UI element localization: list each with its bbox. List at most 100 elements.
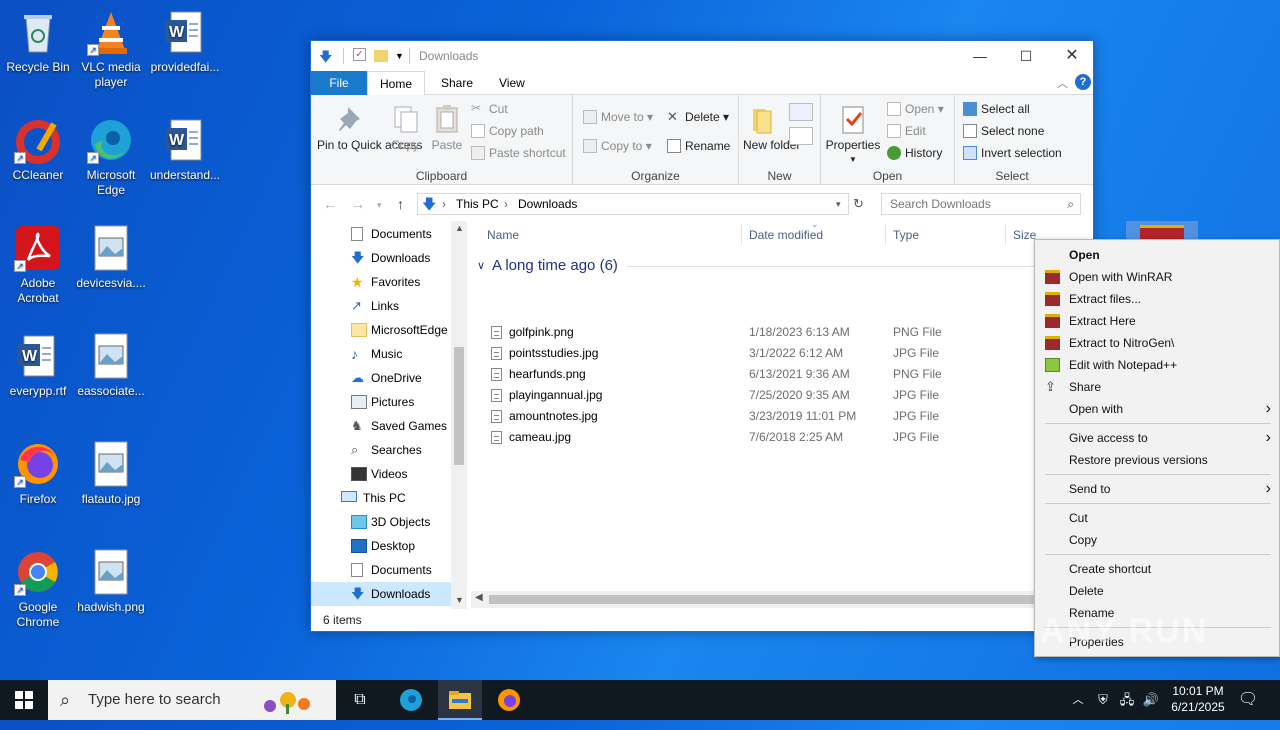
new-item-button[interactable] xyxy=(789,103,813,121)
refresh-icon[interactable]: ↻ xyxy=(853,196,864,212)
file-row[interactable]: playingannual.jpg 7/25/2020 9:35 AM JPG Fi… xyxy=(489,385,1095,406)
desktop-icon-firefox[interactable]: ↗ Firefox xyxy=(0,440,76,507)
nav-item-microsoftedge[interactable]: MicrosoftEdge xyxy=(351,318,467,342)
scroll-left-icon[interactable]: ◀ xyxy=(475,592,483,603)
group-header[interactable]: A long time ago (6) xyxy=(492,257,618,274)
nav-item-searches[interactable]: ⌕ Searches xyxy=(351,438,467,462)
new-folder-quick-icon[interactable] xyxy=(374,50,388,62)
properties-quick-icon[interactable]: ✓ xyxy=(353,48,366,61)
nav-item-this-pc[interactable]: This PC xyxy=(341,486,467,510)
scroll-thumb[interactable] xyxy=(454,347,464,465)
properties-button[interactable]: Properties ▼ xyxy=(825,103,881,166)
paste-shortcut-button[interactable]: Paste shortcut xyxy=(471,143,566,163)
desktop-icon-word-doc-3[interactable]: W everypp.rtf xyxy=(0,332,76,399)
desktop-icon-ccleaner[interactable]: ↗ CCleaner xyxy=(0,116,76,183)
file-row[interactable]: hearfunds.png 6/13/2021 9:36 AM PNG File xyxy=(489,364,1095,385)
desktop-icon-image-4[interactable]: hadwish.png xyxy=(73,548,149,615)
address-dropdown-icon[interactable]: ▾ xyxy=(836,194,841,214)
taskbar-edge-icon[interactable] xyxy=(390,680,432,720)
copy-to-button[interactable]: Copy to ▾ xyxy=(583,136,652,156)
network-icon[interactable]: 🖧 xyxy=(1118,680,1136,720)
column-size[interactable]: Size xyxy=(1013,228,1036,242)
menu-item-copy[interactable]: Copy xyxy=(1035,529,1280,551)
security-tray-icon[interactable]: ⛨ xyxy=(1094,680,1112,720)
nav-item-3d-objects[interactable]: 3D Objects xyxy=(351,510,467,534)
start-button[interactable] xyxy=(0,680,48,720)
nav-item-saved-games[interactable]: ♞ Saved Games xyxy=(351,414,467,438)
taskbar-firefox-icon[interactable] xyxy=(488,680,530,720)
minimize-button[interactable]: — xyxy=(957,41,1003,71)
new-folder-button[interactable]: New folder xyxy=(743,103,800,152)
file-row[interactable]: amountnotes.jpg 3/23/2019 11:01 PM JPG Fil… xyxy=(489,406,1095,427)
desktop-icon-image-1[interactable]: devicesvia.... xyxy=(73,224,149,291)
search-input[interactable]: Search Downloads ⌕ xyxy=(881,193,1081,215)
scroll-up-icon[interactable]: ▲ xyxy=(455,223,464,233)
menu-item-give-access[interactable]: Give access to › xyxy=(1035,427,1280,449)
cut-button[interactable]: ✂ Cut xyxy=(471,99,508,119)
taskbar-file-explorer-icon[interactable] xyxy=(438,680,482,720)
breadcrumb-downloads[interactable]: Downloads xyxy=(518,194,577,214)
desktop-icon-vlc[interactable]: ↗ VLC media player xyxy=(73,8,149,90)
nav-item-documents-pc[interactable]: Documents xyxy=(351,558,467,582)
forward-arrow-icon[interactable]: → xyxy=(351,196,365,212)
menu-item-create-shortcut[interactable]: Create shortcut xyxy=(1035,558,1280,580)
open-button[interactable]: Open ▾ xyxy=(887,99,944,119)
menu-item-extract-to[interactable]: Extract to NitroGen\ xyxy=(1035,332,1280,354)
desktop-icon-edge[interactable]: ↗ Microsoft Edge xyxy=(73,116,149,198)
file-row[interactable]: pointsstudies.jpg 3/1/2022 6:12 AM JPG Fil… xyxy=(489,343,1095,364)
edit-button[interactable]: Edit xyxy=(887,121,926,141)
menu-item-edit-notepad-plus[interactable]: Edit with Notepad++ xyxy=(1035,354,1280,376)
volume-icon[interactable]: 🔊 xyxy=(1142,680,1160,720)
select-none-button[interactable]: Select none xyxy=(963,121,1044,141)
clock[interactable]: 10:01 PM 6/21/2025 xyxy=(1160,683,1236,715)
menu-item-share[interactable]: ⇪ Share xyxy=(1035,376,1280,398)
maximize-button[interactable]: ☐ xyxy=(1003,41,1049,71)
easy-access-button[interactable] xyxy=(789,127,813,145)
nav-item-links[interactable]: ↗ Links xyxy=(351,294,467,318)
rename-button[interactable]: Rename xyxy=(667,136,730,156)
menu-item-cut[interactable]: Cut xyxy=(1035,507,1280,529)
menu-item-delete[interactable]: Delete xyxy=(1035,580,1280,602)
taskbar-search-input[interactable]: ⌕ Type here to search xyxy=(48,680,336,720)
up-arrow-icon[interactable]: ↑ xyxy=(397,196,404,212)
column-date-modified[interactable]: Date modified xyxy=(749,228,823,242)
invert-selection-button[interactable]: Invert selection xyxy=(963,143,1062,163)
menu-item-restore-versions[interactable]: Restore previous versions xyxy=(1035,449,1280,471)
desktop-icon-image-3[interactable]: flatauto.jpg xyxy=(73,440,149,507)
paste-button[interactable]: Paste xyxy=(427,103,467,152)
show-hidden-icons-icon[interactable]: ︿ xyxy=(1070,680,1086,720)
menu-item-open-with-winrar[interactable]: Open with WinRAR xyxy=(1035,266,1280,288)
menu-item-open-with[interactable]: Open with › xyxy=(1035,398,1280,420)
desktop-icon-word-doc-1[interactable]: W providedfai... xyxy=(147,8,223,75)
select-all-button[interactable]: Select all xyxy=(963,99,1030,119)
nav-scrollbar[interactable]: ▲ ▼ xyxy=(451,221,467,609)
collapse-ribbon-icon[interactable]: ︿ xyxy=(1057,75,1068,91)
menu-item-send-to[interactable]: Send to › xyxy=(1035,478,1280,500)
nav-item-downloads[interactable]: 🡇 Downloads xyxy=(351,246,467,270)
nav-item-onedrive[interactable]: ☁ OneDrive xyxy=(351,366,467,390)
copy-button[interactable]: Copy xyxy=(385,103,425,152)
notifications-icon[interactable]: 🗨 xyxy=(1236,680,1260,720)
close-button[interactable]: ✕ xyxy=(1049,41,1095,71)
tab-home[interactable]: Home xyxy=(367,71,426,96)
back-arrow-icon[interactable]: ← xyxy=(323,196,337,212)
nav-item-favorites[interactable]: ★ Favorites xyxy=(351,270,467,294)
nav-item-downloads-pc[interactable]: 🡇 Downloads xyxy=(311,582,451,606)
tab-view[interactable]: View xyxy=(487,71,537,95)
tab-file[interactable]: File xyxy=(311,71,367,95)
collapse-group-icon[interactable]: ∨ xyxy=(477,259,485,272)
move-to-button[interactable]: Move to ▾ xyxy=(583,107,653,127)
nav-item-desktop[interactable]: Desktop xyxy=(351,534,467,558)
column-name[interactable]: Name xyxy=(487,228,519,242)
file-row[interactable]: golfpink.png 1/18/2023 6:13 AM PNG File xyxy=(489,322,1095,343)
help-icon[interactable]: ? xyxy=(1075,74,1091,90)
customize-quick-access-icon[interactable]: ▼ xyxy=(395,51,404,61)
desktop-icon-image-2[interactable]: eassociate... xyxy=(73,332,149,399)
desktop-icon-chrome[interactable]: ↗ Google Chrome xyxy=(0,548,76,630)
history-button[interactable]: History xyxy=(887,143,942,163)
desktop-icon-acrobat[interactable]: ↗ Adobe Acrobat xyxy=(0,224,76,306)
nav-item-music[interactable]: ♪ Music xyxy=(351,342,467,366)
pin-quick-access-button[interactable]: Pin to Quick access xyxy=(317,103,422,152)
scroll-thumb[interactable] xyxy=(489,595,1049,604)
menu-item-extract-here[interactable]: Extract Here xyxy=(1035,310,1280,332)
